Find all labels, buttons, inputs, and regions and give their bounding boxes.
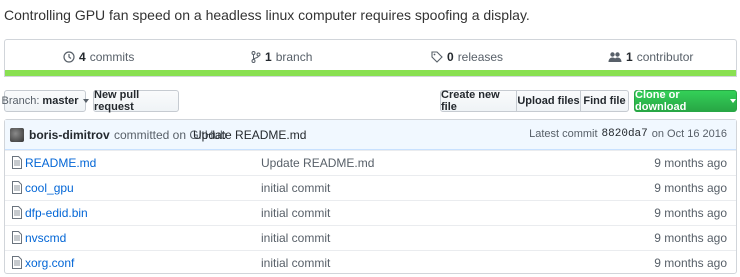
releases-label: releases	[457, 50, 504, 64]
avatar[interactable]	[10, 128, 24, 142]
clone-label: Clone or download	[635, 89, 687, 113]
contributors-label: contributor	[636, 50, 694, 64]
file-age: 9 months ago	[654, 206, 727, 220]
table-row: nvscmd initial commit 9 months ago	[5, 225, 736, 250]
commit-message-link[interactable]: Update README.md	[193, 128, 306, 142]
clone-or-download-button[interactable]: Clone or download	[634, 89, 737, 113]
table-row: cool_gpu initial commit 9 months ago	[5, 175, 736, 200]
people-icon	[608, 52, 622, 62]
contributors-count: 1	[626, 50, 633, 64]
file-age: 9 months ago	[654, 256, 727, 270]
file-name-link[interactable]: README.md	[25, 156, 96, 170]
commits-label: commits	[89, 50, 135, 64]
commit-sha-link[interactable]: 8820da7	[602, 128, 648, 140]
file-commit-message[interactable]: initial commit	[261, 256, 330, 270]
new-pull-request-button[interactable]: New pull request	[93, 89, 179, 113]
file-icon	[12, 156, 22, 169]
file-name-link[interactable]: xorg.conf	[25, 256, 74, 270]
language-bar	[4, 70, 737, 77]
branch-prefix: Branch:	[1, 95, 40, 107]
file-icon	[12, 206, 22, 219]
branch-select-button[interactable]: Branch: master	[1, 90, 89, 112]
table-row: xorg.conf initial commit 9 months ago	[5, 250, 736, 275]
history-icon	[63, 51, 75, 63]
file-name-link[interactable]: nvscmd	[25, 231, 66, 245]
commit-author-link[interactable]: boris-dimitrov	[29, 128, 110, 142]
table-row: dfp-edid.bin initial commit 9 months ago	[5, 200, 736, 225]
file-name-link[interactable]: dfp-edid.bin	[25, 206, 88, 220]
file-table: boris-dimitrov committed on GitHub Updat…	[4, 119, 737, 274]
latest-commit-bar: boris-dimitrov committed on GitHub Updat…	[5, 120, 736, 150]
chevron-down-icon	[82, 99, 89, 103]
find-file-button[interactable]: Find file	[580, 90, 629, 112]
tag-icon	[431, 51, 443, 63]
file-commit-message[interactable]: initial commit	[261, 181, 330, 195]
file-age: 9 months ago	[654, 181, 727, 195]
file-age: 9 months ago	[654, 231, 727, 245]
releases-count: 0	[447, 50, 454, 64]
file-commit-message[interactable]: initial commit	[261, 231, 330, 245]
contributors-link[interactable]: 1 contributor	[608, 50, 693, 64]
branch-name: master	[42, 95, 79, 107]
commits-count: 4	[79, 50, 86, 64]
file-age: 9 months ago	[654, 156, 727, 170]
latest-commit-info: Latest commit 8820da7 on Oct 16 2016	[529, 128, 727, 140]
commit-date: on Oct 16 2016	[651, 128, 727, 140]
table-row: README.md Update README.md 9 months ago	[5, 150, 736, 175]
file-icon	[12, 181, 22, 194]
commits-link[interactable]: 4 commits	[63, 50, 134, 64]
branch-icon	[251, 51, 261, 63]
upload-files-button[interactable]: Upload files	[516, 90, 581, 112]
create-new-file-button[interactable]: Create new file	[440, 89, 517, 113]
file-commit-message[interactable]: initial commit	[261, 206, 330, 220]
latest-commit-prefix: Latest commit	[529, 128, 598, 140]
file-name-link[interactable]: cool_gpu	[25, 181, 74, 195]
file-commit-message[interactable]: Update README.md	[261, 156, 374, 170]
file-icon	[12, 231, 22, 244]
chevron-down-icon	[730, 99, 736, 103]
branches-count: 1	[265, 50, 272, 64]
releases-link[interactable]: 0 releases	[431, 50, 503, 64]
branches-link[interactable]: 1 branch	[251, 50, 312, 64]
branches-label: branch	[275, 50, 313, 64]
repo-description: Controlling GPU fan speed on a headless …	[4, 7, 530, 23]
file-icon	[12, 256, 22, 269]
